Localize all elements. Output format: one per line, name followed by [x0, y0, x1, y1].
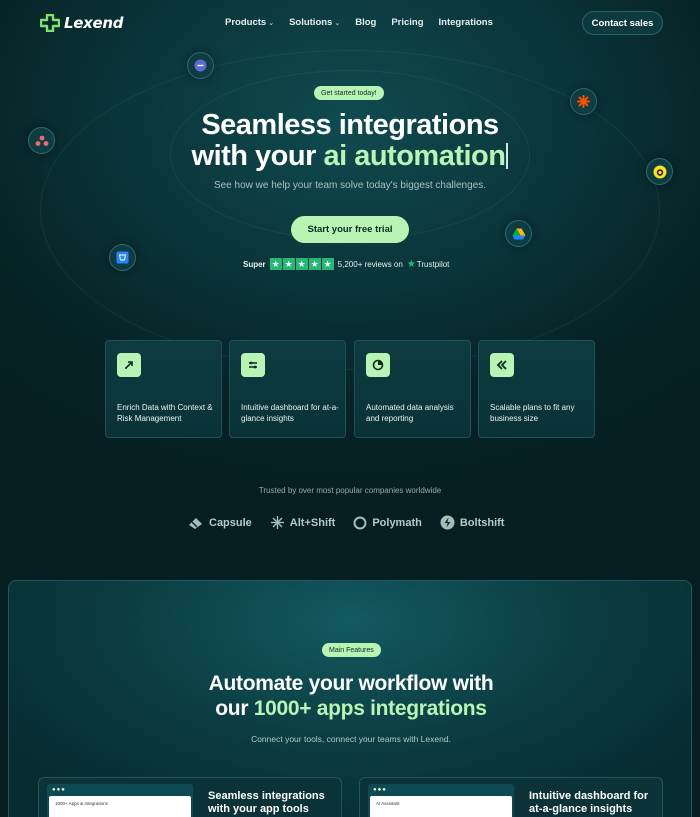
- app-window-mock: ●●● AI Assistant: [368, 784, 514, 817]
- scalable-icon: [490, 353, 514, 377]
- brand-polymath: Polymath: [353, 516, 422, 530]
- star-icon: ★: [269, 258, 282, 270]
- brand-name: Capsule: [209, 516, 252, 529]
- nav-item-blog[interactable]: Blog: [355, 17, 376, 28]
- brand-name: Boltshift: [459, 516, 505, 529]
- contact-sales-button[interactable]: Contact sales: [582, 11, 663, 35]
- typing-cursor: [506, 143, 509, 169]
- hero-title: Seamless integrations with your ai autom…: [0, 110, 700, 172]
- chevron-down-icon: ⌄: [268, 19, 275, 27]
- feature-text: Enrich Data with Context & Risk Manageme…: [117, 403, 213, 423]
- nav-item-integrations[interactable]: Integrations: [439, 17, 493, 28]
- window-body: AI Assistant: [370, 796, 512, 817]
- section-title: Automate your workflow with our 1000+ ap…: [9, 671, 693, 721]
- google-drive-icon: [505, 220, 532, 247]
- window-label: AI Assistant: [376, 801, 400, 806]
- star-icon: ★: [282, 258, 295, 270]
- feature-card[interactable]: Scalable plans to fit any business size: [478, 340, 595, 438]
- dashboard-icon: [241, 353, 265, 377]
- start-trial-button[interactable]: Start your free trial: [291, 216, 409, 243]
- chevron-down-icon: ⌄: [334, 19, 341, 27]
- brand-boltshift: Boltshift: [440, 515, 505, 530]
- polymath-icon: [353, 516, 367, 529]
- star-icon: ★: [295, 258, 308, 270]
- review-count: 5,200+ reviews on: [337, 259, 403, 269]
- rating-label: Super: [243, 259, 266, 269]
- trusted-heading: Trusted by over most popular companies w…: [258, 486, 442, 495]
- trustpilot-label: Trustpilot: [416, 259, 450, 269]
- feature-card[interactable]: Intuitive dashboard for at-a-glance insi…: [229, 340, 346, 438]
- hero-badge: Get started today!: [314, 86, 384, 100]
- brand-name: Alt+Shift: [289, 516, 336, 529]
- rating-stars: ★ ★ ★ ★ ★: [269, 258, 334, 270]
- window-body: 1000+ Apps & Integrations: [49, 796, 191, 817]
- brand-altshift: Alt+Shift: [270, 515, 336, 530]
- feature-text: Scalable plans to fit any business size: [490, 403, 575, 423]
- hero-subtitle: See how we help your team solve today's …: [213, 180, 487, 191]
- feature-card[interactable]: Enrich Data with Context & Risk Manageme…: [105, 340, 222, 438]
- brand-logos: Capsule Alt+Shift Polymath Boltshift: [188, 515, 504, 530]
- preview-title: Seamless integrations with your app tool…: [208, 790, 325, 815]
- star-icon: ★: [308, 258, 321, 270]
- logo[interactable]: Lexend: [40, 14, 124, 32]
- altshift-icon: [270, 516, 284, 529]
- linear-icon: [187, 52, 214, 79]
- feature-text: Automated data analysis and reporting: [366, 403, 454, 423]
- logo-text: Lexend: [64, 14, 124, 32]
- section-badge: Main Features: [322, 643, 381, 657]
- section-title-accent: 1000+ apps integrations: [253, 697, 487, 720]
- brand-name: Polymath: [372, 516, 422, 529]
- star-icon: ★: [321, 258, 334, 270]
- logo-mark-icon: [40, 14, 60, 32]
- hero-title-accent: ai automation: [323, 140, 506, 172]
- site-header: Lexend Products ⌄ Solutions ⌄ Blog Pricing…: [0, 0, 700, 46]
- window-dots-icon: ●●●: [52, 787, 66, 793]
- preview-card[interactable]: ●●● AI Assistant Intuitive dashboard for…: [359, 777, 663, 817]
- window-label: 1000+ Apps & Integrations: [55, 801, 108, 806]
- nav-item-products[interactable]: Products ⌄: [225, 17, 274, 28]
- nav-item-solutions[interactable]: Solutions ⌄: [289, 17, 340, 28]
- app-window-mock: ●●● 1000+ Apps & Integrations: [47, 784, 193, 817]
- brand-capsule: Capsule: [188, 516, 252, 530]
- nav-item-pricing[interactable]: Pricing: [391, 17, 423, 28]
- window-dots-icon: ●●●: [373, 787, 387, 793]
- boltshift-icon: [440, 515, 455, 530]
- analysis-icon: [366, 353, 390, 377]
- trustpilot-star-icon: ★: [406, 258, 416, 270]
- section-title-line1: Automate your workflow with: [208, 672, 494, 695]
- main-nav: Products ⌄ Solutions ⌄ Blog Pricing Integr…: [225, 17, 493, 28]
- preview-title: Intuitive dashboard for at-a-glance insi…: [529, 790, 649, 815]
- rating-row[interactable]: Super ★ ★ ★ ★ ★ 5,200+ reviews on ★ Trus…: [243, 258, 449, 270]
- section-subtitle: Connect your tools, connect your teams w…: [251, 734, 451, 744]
- feature-card[interactable]: Automated data analysis and reporting: [354, 340, 471, 438]
- capsule-icon: [189, 517, 202, 529]
- nav-label: Products: [225, 17, 267, 28]
- section-title-line2-prefix: our: [215, 697, 254, 720]
- hero-title-line1: Seamless integrations: [201, 109, 499, 141]
- hero-title-line2-prefix: with your: [191, 140, 324, 172]
- nav-label: Solutions: [289, 17, 333, 28]
- enrich-icon: [117, 353, 141, 377]
- feature-text: Intuitive dashboard for at-a-glance insi…: [241, 403, 339, 423]
- preview-card[interactable]: ●●● 1000+ Apps & Integrations Seamless i…: [38, 777, 342, 817]
- bitbucket-icon: [109, 244, 136, 271]
- main-features-section: Main Features Automate your workflow wit…: [8, 580, 692, 817]
